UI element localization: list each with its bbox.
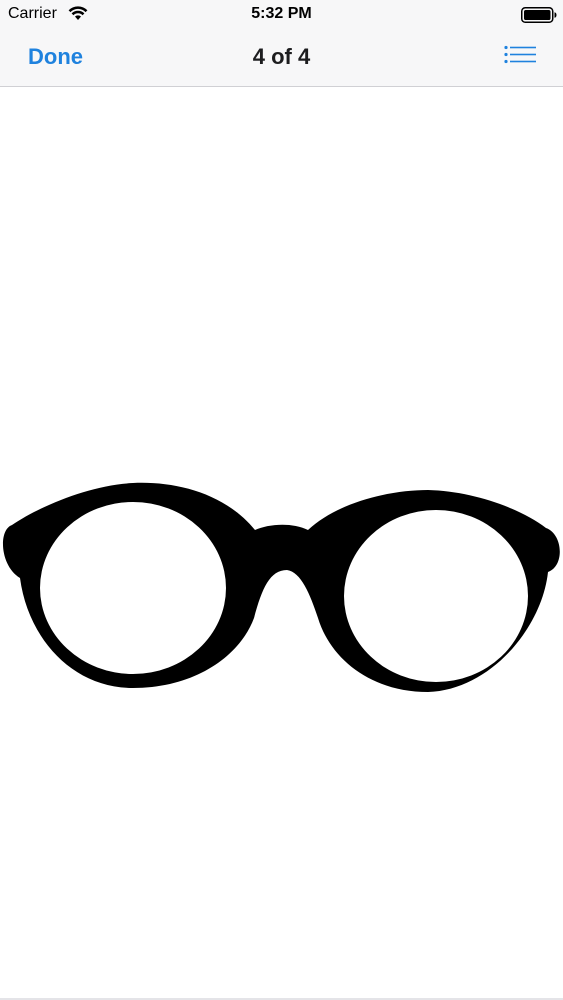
eyeglasses-icon bbox=[2, 482, 560, 692]
battery-full-icon bbox=[521, 7, 557, 23]
top-bars: Carrier 5:32 PM Done 4 of 4 bbox=[0, 0, 563, 87]
list-view-button[interactable] bbox=[503, 44, 539, 70]
list-icon bbox=[504, 45, 536, 64]
navigation-bar: Done 4 of 4 bbox=[0, 30, 563, 86]
status-time: 5:32 PM bbox=[251, 5, 312, 22]
page-counter-title: 4 of 4 bbox=[252, 44, 311, 69]
photo-viewer-screen: Carrier 5:32 PM Done 4 of 4 bbox=[0, 0, 563, 1000]
status-bar: Carrier 5:32 PM bbox=[0, 0, 563, 30]
photo-content bbox=[0, 88, 563, 1000]
